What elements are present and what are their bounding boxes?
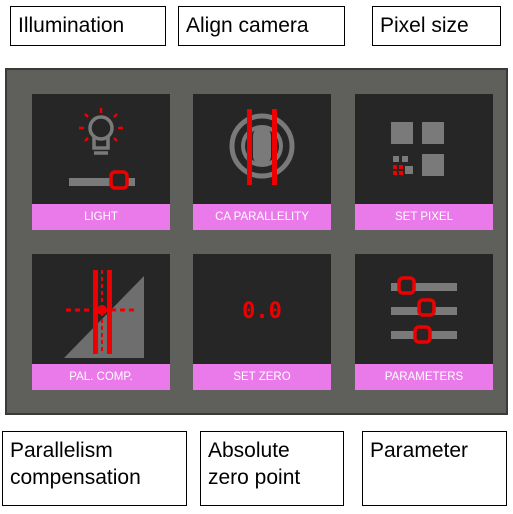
- pal-comp-tile[interactable]: PAL. COMP.: [32, 254, 170, 390]
- callout-parameter-line1: Parameter: [370, 439, 469, 462]
- light-tile[interactable]: LIGHT: [32, 94, 170, 230]
- callout-pixel-size: Pixel size: [372, 6, 501, 46]
- zero-display: 0.0: [242, 299, 282, 324]
- callout-illumination: Illumination: [10, 6, 166, 46]
- function-panel: LIGHT CA PARALLELITY SET PIXEL PAL. COMP…: [5, 68, 508, 415]
- light-bulb-icon: [69, 108, 135, 190]
- set-zero-label: SET ZERO: [193, 364, 331, 390]
- camera-parallelity-icon: [229, 109, 295, 185]
- callout-parallelism-line1: Parallelism: [10, 439, 113, 462]
- parameters-tile[interactable]: PARAMETERS: [355, 254, 493, 390]
- callout-parallelism-line2: compensation: [10, 466, 141, 489]
- set-pixel-tile[interactable]: SET PIXEL: [355, 94, 493, 230]
- parallelism-compensation-icon: [64, 270, 144, 358]
- light-label: LIGHT: [32, 204, 170, 230]
- callout-absolute-line1: Absolute: [208, 439, 290, 462]
- set-pixel-label: SET PIXEL: [355, 204, 493, 230]
- ca-parallelity-label: CA PARALLELITY: [193, 204, 331, 230]
- set-zero-icon: 0.0: [242, 299, 282, 324]
- parameter-sliders-icon: [391, 276, 457, 344]
- callout-absolute-line2: zero point: [208, 466, 301, 489]
- pixel-grid-icon: [391, 122, 444, 176]
- callout-absolute-zero-point: Absolute zero point: [200, 431, 344, 506]
- pal-comp-label: PAL. COMP.: [32, 364, 170, 390]
- set-zero-tile[interactable]: 0.0 SET ZERO: [193, 254, 331, 390]
- callout-parallelism-compensation: Parallelism compensation: [2, 431, 187, 506]
- callout-align-camera: Align camera: [178, 6, 345, 46]
- parameters-label: PARAMETERS: [355, 364, 493, 390]
- callout-parameter: Parameter: [362, 431, 507, 506]
- ca-parallelity-tile[interactable]: CA PARALLELITY: [193, 94, 331, 230]
